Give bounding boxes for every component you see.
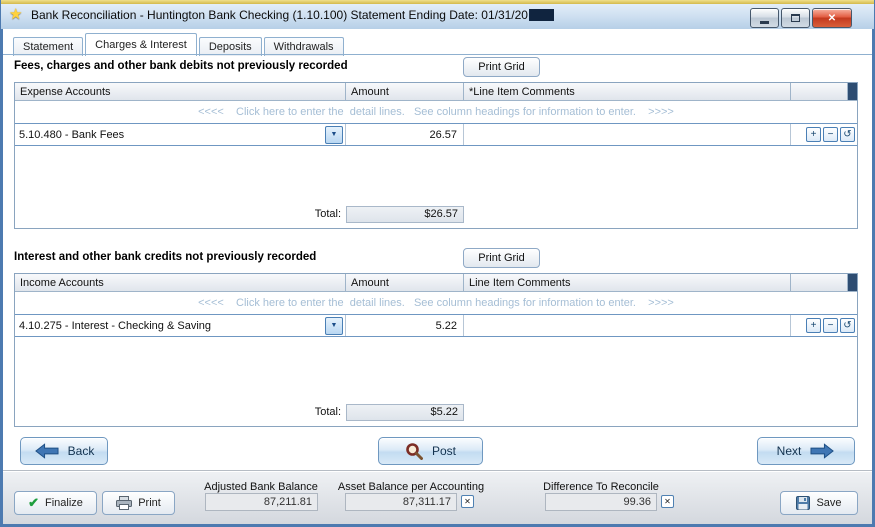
column-header-line-item-comments: *Line Item Comments — [464, 83, 791, 100]
titlebar: ★ Bank Reconciliation - Huntington Bank … — [1, 0, 874, 29]
column-header-expense-accounts: Expense Accounts — [15, 83, 346, 100]
asset-balance-clear-button[interactable]: ✕ — [461, 495, 474, 508]
fees-total-label: Total: — [15, 208, 341, 220]
column-header-end-cap — [848, 274, 857, 291]
back-button[interactable]: Back — [20, 437, 108, 465]
adjusted-bank-balance-label: Adjusted Bank Balance — [202, 481, 320, 493]
interest-account-value: 4.10.275 - Interest - Checking & Saving — [19, 320, 211, 332]
minimize-button[interactable] — [750, 8, 779, 28]
footer-bar: ✔ Finalize Print Adjusted Bank Balance 8… — [3, 470, 872, 524]
account-dropdown-button[interactable]: ▼ — [325, 317, 343, 335]
account-dropdown-button[interactable]: ▼ — [325, 126, 343, 144]
maximize-icon — [791, 14, 800, 22]
title-redaction — [529, 9, 554, 21]
fees-grid-header: Expense Accounts Amount *Line Item Comme… — [15, 83, 857, 101]
back-arrow-icon — [34, 443, 59, 459]
finalize-button[interactable]: ✔ Finalize — [14, 491, 97, 515]
chevron-down-icon: ▼ — [331, 131, 338, 138]
difference-to-reconcile-value: 99.36 — [545, 493, 657, 511]
next-label: Next — [777, 444, 802, 458]
fees-grid-empty-area — [15, 146, 857, 202]
column-header-blank — [791, 83, 848, 100]
add-row-button[interactable]: + — [806, 127, 821, 142]
column-header-amount: Amount — [346, 83, 464, 100]
interest-account-cell[interactable]: 4.10.275 - Interest - Checking & Saving … — [15, 315, 346, 336]
save-label: Save — [816, 497, 841, 509]
printer-icon — [116, 496, 132, 510]
fees-grid: Expense Accounts Amount *Line Item Comme… — [14, 82, 858, 229]
window-controls: ✕ — [750, 8, 852, 28]
asset-balance-label: Asset Balance per Accounting — [326, 481, 496, 493]
app-star-icon: ★ — [9, 5, 22, 23]
tabstrip: Statement Charges & Interest Deposits Wi… — [13, 33, 344, 56]
fees-amount-cell[interactable]: 26.57 — [346, 124, 464, 145]
window-title: Bank Reconciliation - Huntington Bank Ch… — [31, 8, 554, 22]
fees-total-row: Total: $26.57 — [15, 202, 857, 228]
column-header-line-item-comments: Line Item Comments — [464, 274, 791, 291]
post-button[interactable]: Post — [378, 437, 483, 465]
fees-account-cell[interactable]: 5.10.480 - Bank Fees ▼ — [15, 124, 346, 145]
next-button[interactable]: Next — [757, 437, 855, 465]
finalize-label: Finalize — [45, 497, 83, 509]
save-button[interactable]: Save — [780, 491, 858, 515]
chevron-down-icon: ▼ — [331, 322, 338, 329]
fees-print-grid-button[interactable]: Print Grid — [463, 57, 540, 77]
interest-detail-row: 4.10.275 - Interest - Checking & Saving … — [15, 314, 857, 337]
adjusted-bank-balance-value: 87,211.81 — [205, 493, 318, 511]
interest-grid-empty-area — [15, 337, 857, 400]
fees-entry-hint[interactable]: <<<< Click here to enter the detail line… — [15, 101, 857, 123]
minimize-icon — [760, 21, 769, 24]
maximize-button[interactable] — [781, 8, 810, 28]
back-label: Back — [68, 444, 95, 458]
add-row-button[interactable]: + — [806, 318, 821, 333]
fees-total-value: $26.57 — [346, 206, 464, 223]
close-button[interactable]: ✕ — [812, 8, 852, 28]
window-top-accent — [1, 0, 874, 4]
check-icon: ✔ — [28, 495, 39, 511]
undo-row-button[interactable]: ↺ — [840, 127, 855, 142]
save-disk-icon — [796, 496, 810, 510]
fees-row-actions: + − ↺ — [791, 124, 857, 145]
column-header-end-cap — [848, 83, 857, 100]
interest-entry-hint[interactable]: <<<< Click here to enter the detail line… — [15, 292, 857, 314]
interest-section-title: Interest and other bank credits not prev… — [14, 251, 316, 263]
print-label: Print — [138, 497, 161, 509]
remove-row-button[interactable]: − — [823, 318, 838, 333]
interest-grid-header: Income Accounts Amount Line Item Comment… — [15, 274, 857, 292]
column-header-blank — [791, 274, 848, 291]
difference-to-reconcile-label: Difference To Reconcile — [523, 481, 679, 493]
fees-account-value: 5.10.480 - Bank Fees — [19, 129, 124, 141]
post-label: Post — [432, 444, 456, 458]
difference-clear-button[interactable]: ✕ — [661, 495, 674, 508]
interest-total-row: Total: $5.22 — [15, 400, 857, 426]
column-header-amount: Amount — [346, 274, 464, 291]
undo-row-button[interactable]: ↺ — [840, 318, 855, 333]
asset-balance-value: 87,311.17 — [345, 493, 457, 511]
window-title-text: Bank Reconciliation - Huntington Bank Ch… — [31, 8, 528, 22]
interest-print-grid-button[interactable]: Print Grid — [463, 248, 540, 268]
tab-charges-interest[interactable]: Charges & Interest — [85, 33, 197, 56]
print-button[interactable]: Print — [102, 491, 175, 515]
fees-comments-cell[interactable] — [464, 124, 791, 145]
column-header-income-accounts: Income Accounts — [15, 274, 346, 291]
next-arrow-icon — [810, 443, 835, 459]
post-icon — [405, 442, 423, 460]
interest-comments-cell[interactable] — [464, 315, 791, 336]
interest-grid: Income Accounts Amount Line Item Comment… — [14, 273, 858, 427]
interest-total-label: Total: — [15, 406, 341, 418]
close-icon: ✕ — [828, 13, 836, 24]
interest-total-value: $5.22 — [346, 404, 464, 421]
remove-row-button[interactable]: − — [823, 127, 838, 142]
fees-section-title: Fees, charges and other bank debits not … — [14, 60, 348, 72]
interest-row-actions: + − ↺ — [791, 315, 857, 336]
fees-detail-row: 5.10.480 - Bank Fees ▼ 26.57 + − ↺ — [15, 123, 857, 146]
tabstrip-divider — [3, 54, 872, 55]
interest-amount-cell[interactable]: 5.22 — [346, 315, 464, 336]
